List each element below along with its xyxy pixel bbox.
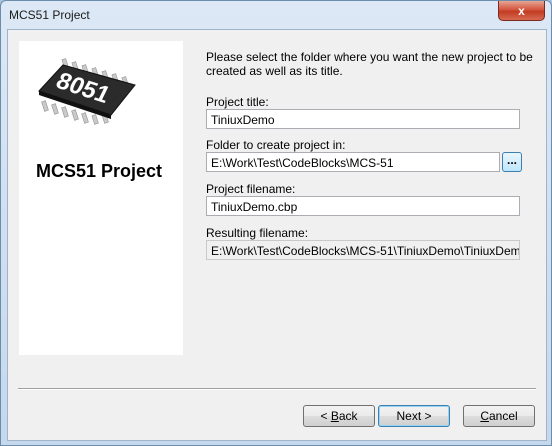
project-title-label: Project title: — [206, 95, 269, 109]
dialog-window: MCS51 Project x 8051 MCS51 Project Pleas… — [0, 0, 552, 446]
folder-label: Folder to create project in: — [206, 138, 346, 152]
cancel-button-rest: ancel — [488, 409, 518, 423]
folder-input[interactable]: E:\Work\Test\CodeBlocks\MCS-51 — [206, 152, 500, 172]
back-button-prefix: < — [320, 409, 331, 423]
window-title: MCS51 Project — [9, 8, 90, 22]
back-button-rest: ack — [338, 409, 358, 423]
back-button-mnemonic: B — [330, 409, 339, 423]
back-button[interactable]: < Back — [303, 405, 375, 427]
close-button[interactable]: x — [498, 1, 545, 21]
close-icon: x — [518, 3, 525, 18]
banner-title: MCS51 Project — [35, 161, 163, 181]
project-filename-input[interactable]: TiniuxDemo.cbp — [206, 196, 520, 216]
cancel-button[interactable]: Cancel — [463, 405, 535, 427]
resulting-filename-label: Resulting filename: — [206, 226, 309, 240]
button-separator — [18, 388, 536, 390]
title-bar[interactable]: MCS51 Project x — [1, 1, 551, 29]
next-button[interactable]: Next > — [378, 405, 450, 427]
resulting-filename-field: E:\Work\Test\CodeBlocks\MCS-51\TiniuxDem… — [206, 240, 520, 260]
cancel-button-mnemonic: C — [480, 409, 489, 423]
chip-8051-image: 8051 — [38, 58, 136, 125]
browse-folder-button[interactable]: ... — [502, 152, 522, 172]
project-title-input[interactable]: TiniuxDemo — [206, 109, 520, 129]
wizard-banner-panel: 8051 MCS51 Project — [19, 41, 183, 355]
project-filename-label: Project filename: — [206, 182, 296, 196]
wizard-description: Please select the folder where you want … — [206, 50, 533, 78]
dialog-client-area: 8051 MCS51 Project Please select the fol… — [7, 29, 547, 441]
